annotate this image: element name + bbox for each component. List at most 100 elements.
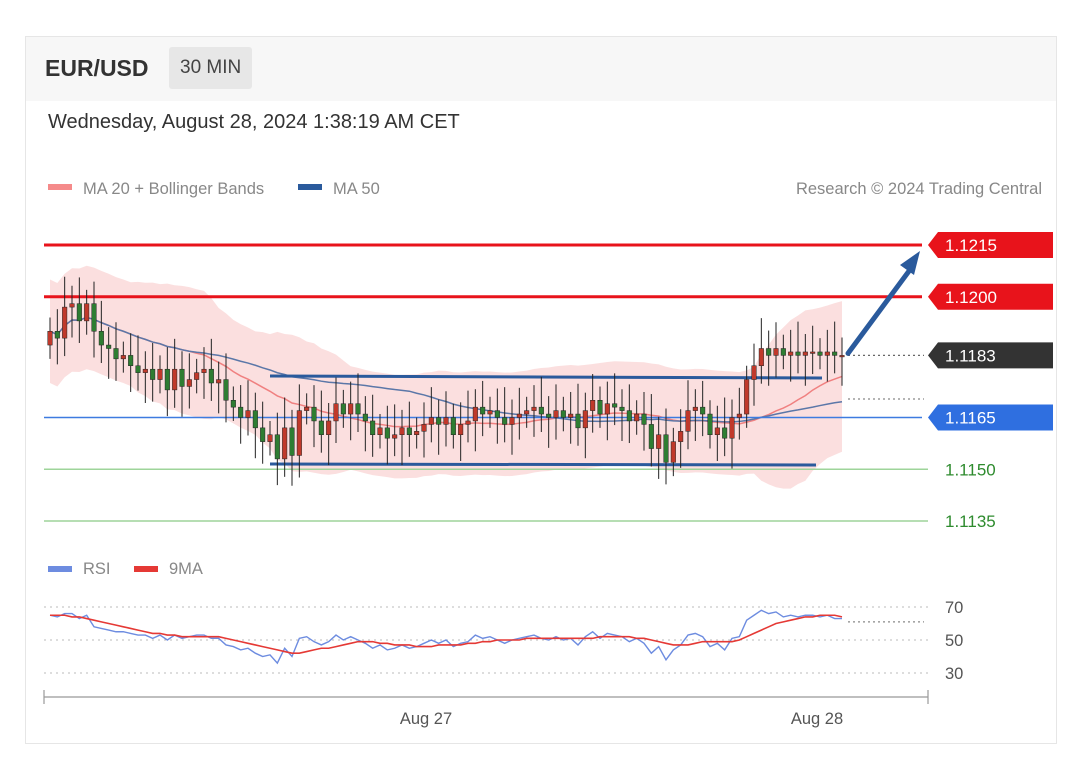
candle-body bbox=[260, 427, 266, 442]
candle-body bbox=[157, 368, 163, 380]
credit-text: Research © 2024 Trading Central bbox=[796, 180, 1042, 198]
candle-body bbox=[348, 403, 354, 415]
candle-body bbox=[194, 372, 200, 380]
candle-body bbox=[656, 434, 662, 449]
candle-body bbox=[76, 303, 82, 322]
candle-body bbox=[436, 417, 442, 425]
candle-body bbox=[516, 413, 522, 418]
candle-body bbox=[443, 417, 449, 425]
rsi-lines bbox=[49, 609, 924, 665]
candle-body bbox=[839, 355, 845, 358]
candle-body bbox=[208, 368, 214, 384]
candle-body bbox=[590, 400, 596, 411]
candle-body bbox=[392, 434, 398, 439]
candle-body bbox=[472, 406, 478, 422]
candle-body bbox=[62, 306, 68, 339]
candle-body bbox=[648, 424, 654, 449]
candle-body bbox=[678, 431, 684, 442]
forecast-arrow-head bbox=[900, 251, 920, 275]
candle-body bbox=[355, 403, 361, 415]
rsi-legend-label: RSI bbox=[83, 560, 111, 578]
candle-body bbox=[340, 403, 346, 415]
candle-body bbox=[641, 413, 647, 425]
rsi-ma-legend-swatch bbox=[134, 566, 158, 572]
candle-body bbox=[289, 427, 295, 456]
resistance-label-text: 1.1215 bbox=[945, 236, 997, 255]
candle-body bbox=[619, 406, 625, 411]
candle-body bbox=[179, 368, 185, 387]
candle-body bbox=[751, 365, 757, 380]
bb-legend-swatch bbox=[48, 184, 72, 190]
candle-body bbox=[758, 348, 764, 366]
candle-body bbox=[421, 424, 427, 432]
candle-body bbox=[714, 427, 720, 436]
candle-body bbox=[692, 406, 698, 411]
candle-body bbox=[487, 410, 493, 415]
candle-body bbox=[582, 410, 588, 429]
candle-body bbox=[150, 368, 156, 380]
candle-body bbox=[707, 413, 713, 435]
candle-body bbox=[465, 420, 471, 425]
candle-body bbox=[304, 406, 310, 411]
candle-body bbox=[164, 368, 170, 391]
candle-body bbox=[722, 427, 728, 439]
candle-body bbox=[458, 424, 464, 435]
candle-body bbox=[729, 417, 735, 439]
candle-body bbox=[370, 420, 376, 436]
candle-body bbox=[494, 410, 500, 418]
candle-body bbox=[113, 348, 119, 360]
candle-body bbox=[377, 427, 383, 436]
candle-body bbox=[69, 303, 75, 308]
support-label-text: 1.1135 bbox=[945, 512, 996, 531]
candle-body bbox=[267, 434, 273, 442]
candle-body bbox=[538, 406, 544, 415]
candle-body bbox=[230, 400, 236, 408]
candle-body bbox=[509, 417, 515, 425]
candle-body bbox=[531, 406, 537, 411]
candle-body bbox=[832, 351, 838, 356]
candle-body bbox=[766, 348, 772, 356]
candle-body bbox=[524, 410, 530, 415]
level-labels: 1.1215 1.1200 1.1183 1.1165 1.1150 1.1135 bbox=[928, 232, 1053, 531]
candle-body bbox=[84, 303, 90, 322]
support-label-text: 1.1150 bbox=[945, 460, 996, 479]
rsi-grid: 70 50 30 bbox=[44, 599, 963, 683]
candle-body bbox=[736, 413, 742, 418]
candle-body bbox=[326, 420, 332, 436]
candle-body bbox=[568, 413, 574, 418]
candle-body bbox=[172, 368, 178, 391]
candle-body bbox=[362, 413, 368, 422]
rsi-tick-label: 50 bbox=[945, 632, 963, 650]
candle-body bbox=[399, 427, 405, 436]
candle-body bbox=[626, 410, 632, 422]
x-tick-label: Aug 27 bbox=[400, 710, 452, 728]
candle-body bbox=[597, 400, 603, 415]
ma50-legend-swatch bbox=[298, 184, 322, 190]
candle-body bbox=[384, 427, 390, 439]
candle-body bbox=[282, 427, 288, 460]
pivot-label-text: 1.1165 bbox=[945, 409, 996, 428]
rsi-ma-line bbox=[50, 614, 843, 654]
candle-body bbox=[663, 434, 669, 463]
candle-body bbox=[135, 365, 141, 373]
candle-body bbox=[186, 379, 192, 387]
candle-body bbox=[274, 434, 280, 460]
candle-body bbox=[810, 351, 816, 354]
resistance-label-text: 1.1200 bbox=[945, 288, 997, 307]
candle-body bbox=[670, 441, 676, 463]
candle-body bbox=[414, 431, 420, 435]
x-tick-label: Aug 28 bbox=[791, 710, 843, 728]
forecast-arrow bbox=[845, 251, 920, 356]
candle-body bbox=[553, 410, 559, 418]
candle-body bbox=[612, 403, 618, 408]
candle-body bbox=[296, 410, 302, 456]
candle-body bbox=[238, 406, 244, 418]
candle-body bbox=[428, 417, 434, 425]
rsi-line bbox=[49, 609, 842, 665]
rsi-ma-legend-label: 9MA bbox=[169, 560, 203, 578]
candle-body bbox=[604, 403, 610, 415]
candle-body bbox=[142, 368, 148, 373]
candle-body bbox=[128, 355, 134, 366]
candle-body bbox=[817, 351, 823, 356]
candle-body bbox=[634, 413, 640, 422]
